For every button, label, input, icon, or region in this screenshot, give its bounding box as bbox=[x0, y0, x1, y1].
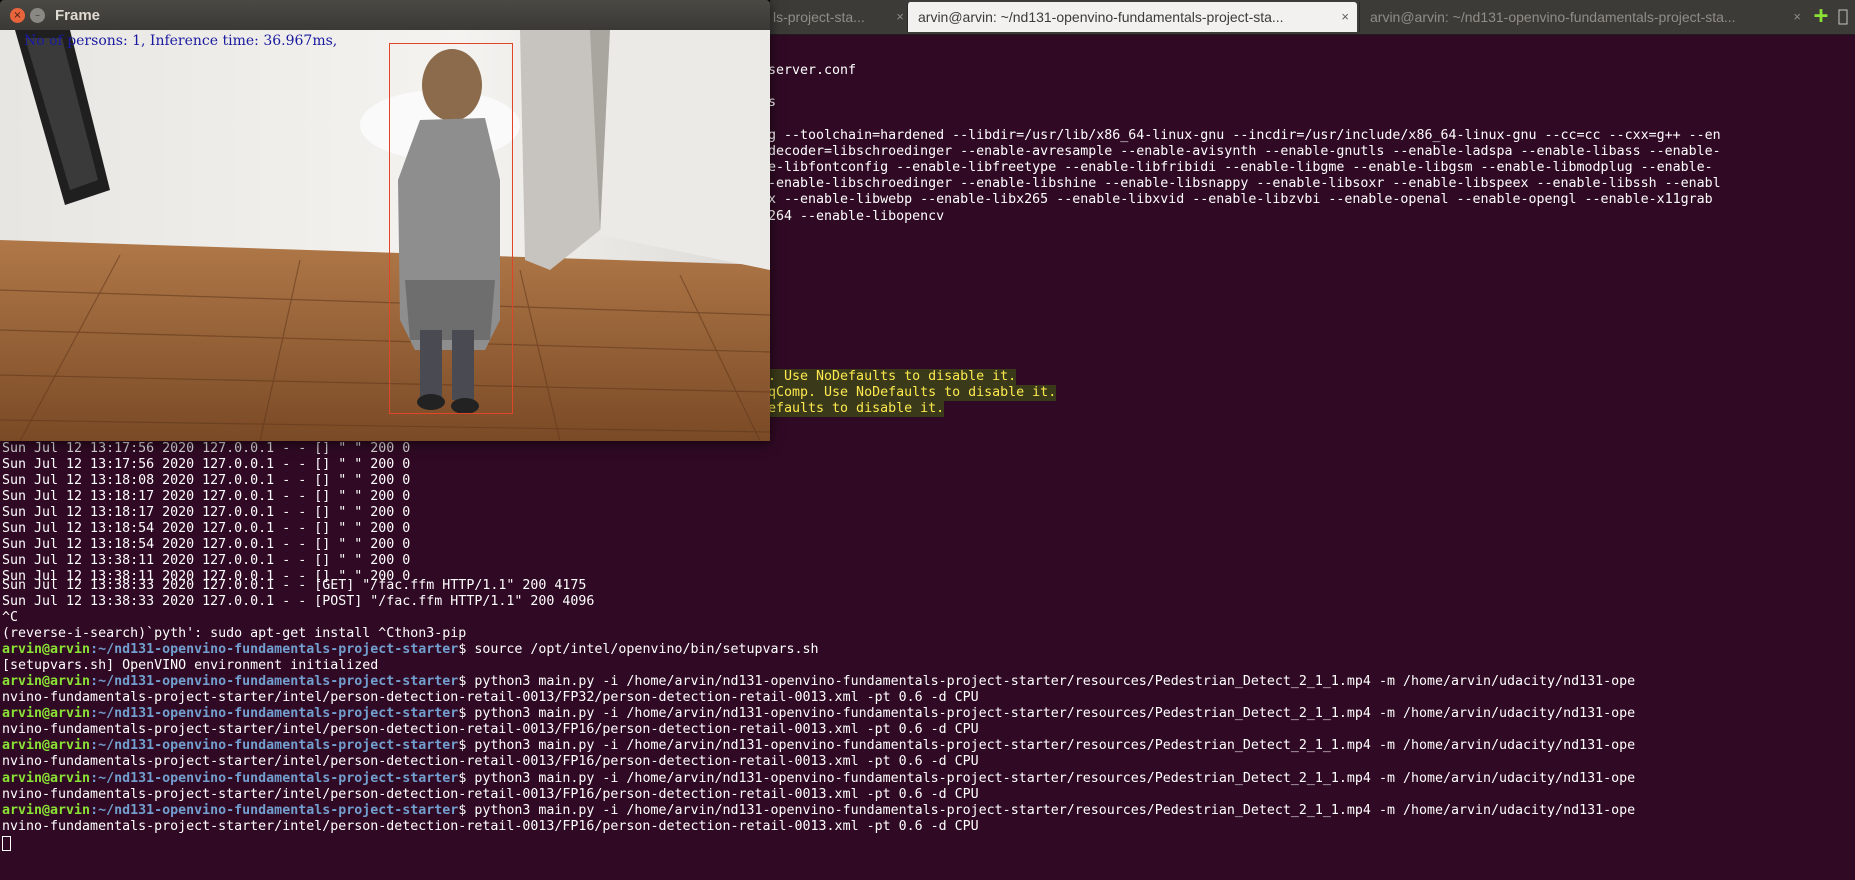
tab-terminal-2[interactable]: arvin@arvin: ~/nd131-openvino-fundamenta… bbox=[907, 2, 1357, 32]
prompt-line: arvin@arvin:~/nd131-openvino-fundamental… bbox=[2, 642, 819, 658]
reverse-search-line: (reverse-i-search)`pyth': sudo apt-get i… bbox=[2, 626, 467, 641]
tab-close-icon[interactable]: × bbox=[1341, 2, 1349, 32]
frame-window[interactable]: × – Frame No of persons: 1, Inference ti… bbox=[0, 0, 770, 441]
prompt-user: arvin@arvin bbox=[2, 674, 91, 689]
command-continuation: nvino-fundamentals-project-starter/intel… bbox=[2, 754, 979, 769]
prompt-user: arvin@arvin bbox=[2, 706, 91, 721]
command-text: python3 main.py -i /home/arvin/nd131-ope… bbox=[474, 706, 1636, 721]
command-text: python3 main.py -i /home/arvin/nd131-ope… bbox=[474, 738, 1636, 753]
prompt-user: arvin@arvin bbox=[2, 803, 91, 818]
scroll-grip-icon bbox=[1838, 9, 1848, 25]
detection-overlay-text: No of persons: 1, Inference time: 36.967… bbox=[24, 33, 338, 49]
prompt-path: :~/nd131-openvino-fundamentals-project-s… bbox=[90, 706, 459, 721]
new-tab-plus-icon[interactable]: + bbox=[1810, 3, 1832, 27]
prompt-line: arvin@arvin:~/nd131-openvino-fundamental… bbox=[2, 738, 1635, 754]
terminal-line: decoder=libschroedinger --enable-avresam… bbox=[768, 144, 1721, 159]
video-scene bbox=[0, 30, 770, 441]
command-text: python3 main.py -i /home/arvin/nd131-ope… bbox=[474, 674, 1636, 689]
corner-wall bbox=[600, 30, 770, 270]
person-bounding-box bbox=[389, 43, 513, 414]
prompt-sign: $ bbox=[458, 771, 475, 786]
minimize-window-icon[interactable]: – bbox=[30, 8, 45, 23]
prompt-user: arvin@arvin bbox=[2, 642, 91, 657]
tab-close-icon[interactable]: × bbox=[896, 2, 904, 32]
log-line: Sun Jul 12 13:18:17 2020 127.0.0.1 - - [… bbox=[2, 489, 411, 504]
prompt-sign: $ bbox=[458, 738, 475, 753]
command-continuation: nvino-fundamentals-project-starter/intel… bbox=[2, 787, 979, 802]
close-window-icon[interactable]: × bbox=[10, 8, 25, 23]
log-line: Sun Jul 12 13:18:54 2020 127.0.0.1 - - [… bbox=[2, 537, 411, 552]
warning-line: efaults to disable it. bbox=[768, 401, 945, 418]
tab-terminal-3[interactable]: arvin@arvin: ~/nd131-openvino-fundamenta… bbox=[1359, 2, 1809, 32]
prompt-user: arvin@arvin bbox=[2, 771, 91, 786]
command-text: python3 main.py -i /home/arvin/nd131-ope… bbox=[474, 803, 1636, 818]
tab-scroll-icon[interactable] bbox=[1836, 8, 1850, 26]
command-continuation: nvino-fundamentals-project-starter/intel… bbox=[2, 690, 979, 705]
prompt-user: arvin@arvin bbox=[2, 738, 91, 753]
tab-label: arvin@arvin: ~/nd131-openvino-fundamenta… bbox=[918, 9, 1284, 25]
warning-line: . Use NoDefaults to disable it. bbox=[768, 369, 1017, 386]
prompt-sign: $ bbox=[458, 642, 475, 657]
video-frame: No of persons: 1, Inference time: 36.967… bbox=[0, 30, 770, 441]
terminal-line: x --enable-libwebp --enable-libx265 --en… bbox=[768, 192, 1713, 207]
command-continuation: nvino-fundamentals-project-starter/intel… bbox=[2, 722, 979, 737]
prompt-line: arvin@arvin:~/nd131-openvino-fundamental… bbox=[2, 803, 1635, 819]
command-text: source /opt/intel/openvino/bin/setupvars… bbox=[474, 642, 819, 657]
tab-close-icon[interactable]: × bbox=[1793, 2, 1801, 32]
log-line: Sun Jul 12 13:38:33 2020 127.0.0.1 - - [… bbox=[2, 578, 587, 593]
prompt-line: arvin@arvin:~/nd131-openvino-fundamental… bbox=[2, 674, 1635, 690]
tab-label: arvin@arvin: ~/nd131-openvino-fundamenta… bbox=[1370, 9, 1736, 25]
warning-line: qComp. Use NoDefaults to disable it. bbox=[768, 385, 1057, 402]
terminal-line: 264 --enable-libopencv bbox=[768, 209, 945, 224]
log-line: Sun Jul 12 13:18:08 2020 127.0.0.1 - - [… bbox=[2, 473, 411, 488]
log-line: Sun Jul 12 13:18:17 2020 127.0.0.1 - - [… bbox=[2, 505, 411, 520]
terminal-line: -enable-libschroedinger --enable-libshin… bbox=[768, 176, 1721, 191]
prompt-path: :~/nd131-openvino-fundamentals-project-s… bbox=[90, 642, 459, 657]
log-line: Sun Jul 12 13:17:56 2020 127.0.0.1 - - [… bbox=[2, 457, 411, 472]
output-line: [setupvars.sh] OpenVINO environment init… bbox=[2, 658, 379, 673]
prompt-path: :~/nd131-openvino-fundamentals-project-s… bbox=[90, 771, 459, 786]
log-line: Sun Jul 12 13:38:33 2020 127.0.0.1 - - [… bbox=[2, 594, 595, 609]
prompt-sign: $ bbox=[458, 706, 475, 721]
log-line: Sun Jul 12 13:17:56 2020 127.0.0.1 - - [… bbox=[2, 441, 411, 456]
tab-terminal-1[interactable]: ls-project-sta... × bbox=[762, 2, 912, 32]
command-continuation: nvino-fundamentals-project-starter/intel… bbox=[2, 819, 979, 834]
prompt-path: :~/nd131-openvino-fundamentals-project-s… bbox=[90, 738, 459, 753]
window-title: Frame bbox=[55, 7, 101, 24]
prompt-path: :~/nd131-openvino-fundamentals-project-s… bbox=[90, 674, 459, 689]
interrupt-line: ^C bbox=[2, 610, 19, 625]
prompt-line: arvin@arvin:~/nd131-openvino-fundamental… bbox=[2, 771, 1635, 787]
tab-label: ls-project-sta... bbox=[773, 9, 865, 25]
terminal-line: e-libfontconfig --enable-libfreetype --e… bbox=[768, 160, 1713, 175]
prompt-sign: $ bbox=[458, 803, 475, 818]
frame-titlebar[interactable]: × – Frame bbox=[0, 0, 770, 30]
log-line: Sun Jul 12 13:18:54 2020 127.0.0.1 - - [… bbox=[2, 521, 411, 536]
log-line: Sun Jul 12 13:38:11 2020 127.0.0.1 - - [… bbox=[2, 553, 411, 568]
prompt-path: :~/nd131-openvino-fundamentals-project-s… bbox=[90, 803, 459, 818]
terminal-cursor bbox=[2, 836, 11, 851]
terminal-line: server.conf bbox=[768, 63, 857, 78]
prompt-sign: $ bbox=[458, 674, 475, 689]
command-text: python3 main.py -i /home/arvin/nd131-ope… bbox=[474, 771, 1636, 786]
prompt-line: arvin@arvin:~/nd131-openvino-fundamental… bbox=[2, 706, 1635, 722]
terminal-line: g --toolchain=hardened --libdir=/usr/lib… bbox=[768, 128, 1721, 143]
